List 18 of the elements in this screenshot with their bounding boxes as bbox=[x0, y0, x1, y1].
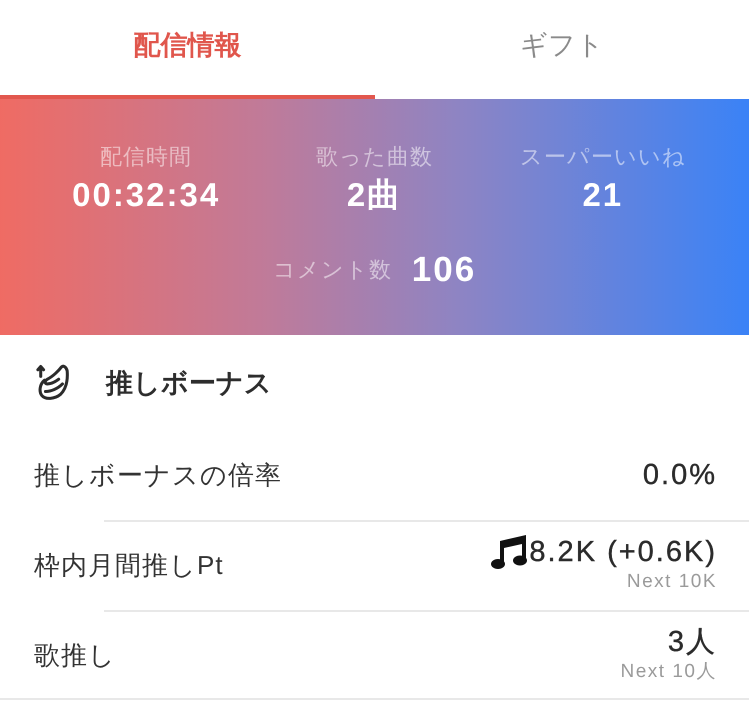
row-note: Next 10人 bbox=[620, 660, 717, 684]
row-note: Next 10K bbox=[626, 570, 717, 594]
stat-value: 2曲 bbox=[346, 175, 402, 215]
stat-label: 配信時間 bbox=[100, 143, 192, 171]
stat-label: 歌った曲数 bbox=[316, 143, 433, 171]
row-label: 歌推し bbox=[34, 638, 116, 672]
row-value: 0.0% bbox=[642, 458, 717, 492]
stat-label: コメント数 bbox=[272, 256, 392, 284]
row-label: 枠内月間推しPt bbox=[34, 548, 224, 582]
row-label: 推しボーナスの倍率 bbox=[34, 458, 282, 492]
stat-label: スーパーいいね bbox=[520, 143, 686, 171]
stat-value: 00:32:34 bbox=[72, 175, 220, 215]
row-value: 3人 bbox=[668, 625, 717, 659]
stat-value: 106 bbox=[412, 249, 476, 291]
stat-value: 21 bbox=[582, 175, 624, 215]
section-title: 推しボーナス bbox=[106, 366, 272, 400]
row-value: 8.2K (+0.6K) bbox=[529, 535, 717, 569]
music-note-icon bbox=[491, 535, 528, 569]
